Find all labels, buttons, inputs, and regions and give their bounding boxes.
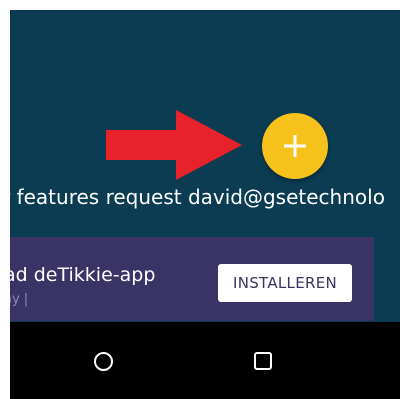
screen: r features request david@gsetechnolo ad …	[10, 10, 400, 399]
install-button[interactable]: INSTALLEREN	[218, 264, 352, 302]
home-button-icon[interactable]	[94, 352, 113, 371]
plus-icon	[284, 135, 306, 157]
navigation-bar	[10, 322, 400, 399]
add-fab-button[interactable]	[262, 113, 328, 179]
recents-button-icon[interactable]	[254, 352, 272, 370]
ad-banner[interactable]: ad deTikkie-app ay | INSTALLEREN	[10, 237, 374, 321]
ad-subtitle: ay |	[10, 292, 29, 307]
red-arrow-icon	[106, 110, 242, 180]
feature-request-text: r features request david@gsetechnolo	[10, 185, 385, 209]
app-content: r features request david@gsetechnolo ad …	[10, 10, 400, 322]
ad-title: ad deTikkie-app	[10, 264, 156, 286]
